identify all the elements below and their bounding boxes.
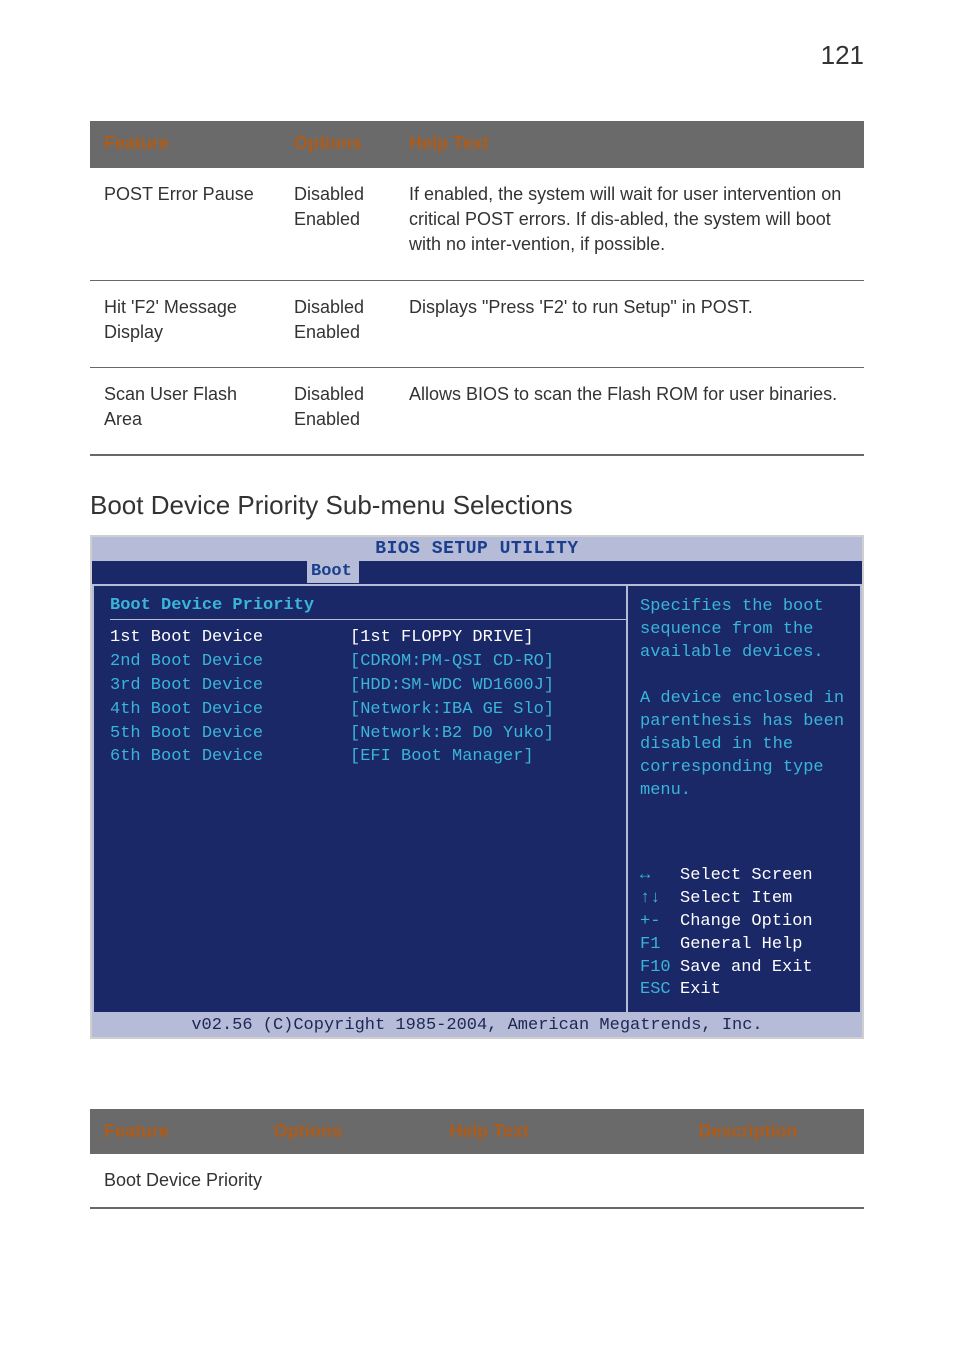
bios-device-value: [Network:IBA GE Slo] [350,698,554,722]
bios-nav-key: +- [640,911,680,934]
bios-left-heading: Boot Device Priority [110,596,626,615]
bios-boot-device-row[interactable]: 2nd Boot Device[CDROM:PM-QSI CD-RO] [110,650,626,674]
bios-nav-key: F10 [640,957,680,980]
bios-device-label: 2nd Boot Device [110,650,350,674]
bios-nav-action: Save and Exit [680,958,813,977]
bios-nav-action: Select Item [680,889,792,908]
col-feature: Feature [90,121,280,168]
bios-device-value: [EFI Boot Manager] [350,745,534,769]
bios-nav-hints: ↔Select Screen↑↓Select Item+-Change Opti… [640,865,848,1003]
bios-device-label: 6th Boot Device [110,745,350,769]
bios-nav-action: Exit [680,980,721,999]
bios-footer: v02.56 (C)Copyright 1985-2004, American … [92,1014,862,1037]
bios-left-pane: Boot Device Priority 1st Boot Device[1st… [92,584,626,1014]
bios-device-value: [HDD:SM-WDC WD1600J] [350,674,554,698]
bios-nav-action: Select Screen [680,866,813,885]
bios-nav-row: F1General Help [640,934,848,957]
bios-nav-row: ↑↓Select Item [640,888,848,911]
bios-nav-key: F1 [640,934,680,957]
page-number: 121 [90,40,864,71]
section-title: Boot Device Priority Sub-menu Selections [90,490,864,521]
bios-nav-row: +-Change Option [640,911,848,934]
bios-device-value: [Network:B2 D0 Yuko] [350,722,554,746]
feature-help-table: Feature Options Help Text POST Error Pau… [90,121,864,456]
bios-help-line: menu. [640,780,848,803]
bios-screenshot: BIOS SETUP UTILITY Boot Boot Device Prio… [90,535,864,1039]
bios-nav-key: ↑↓ [640,888,680,911]
bios-help-line: parenthesis has been [640,711,848,734]
table-row: Hit 'F2' Message DisplayDisabled Enabled… [90,280,864,367]
bios-nav-action: General Help [680,935,802,954]
bios-help-line: Specifies the boot [640,596,848,619]
bios-nav-key: ESC [640,979,680,1002]
cell-options: Disabled Enabled [280,168,395,280]
bios-nav-key: ↔ [640,865,680,888]
bios-device-label: 1st Boot Device [110,626,350,650]
bios-device-label: 4th Boot Device [110,698,350,722]
bios-divider [110,619,626,620]
bios-device-label: 5th Boot Device [110,722,350,746]
table-row: Scan User Flash AreaDisabled EnabledAllo… [90,367,864,455]
bios-help-line [640,665,848,688]
feature-desc-table: Feature Options Help Text Description Bo… [90,1109,864,1209]
table-row: POST Error PauseDisabled EnabledIf enabl… [90,168,864,280]
col-help2: Help Text [435,1109,632,1154]
col-desc2: Description [632,1109,864,1154]
bios-nav-row: ↔Select Screen [640,865,848,888]
bios-tab-row: Boot [92,561,862,584]
row-boot-device-priority: Boot Device Priority [90,1154,864,1208]
cell-feature: Hit 'F2' Message Display [90,280,280,367]
bios-help-line: sequence from the [640,619,848,642]
bios-device-value: [1st FLOPPY DRIVE] [350,626,534,650]
bios-tab-boot[interactable]: Boot [307,561,359,583]
cell-help: Displays "Press 'F2' to run Setup" in PO… [395,280,864,367]
bios-boot-device-row[interactable]: 4th Boot Device[Network:IBA GE Slo] [110,698,626,722]
bios-utility-title: BIOS SETUP UTILITY [92,537,862,561]
bios-boot-device-row[interactable]: 3rd Boot Device[HDD:SM-WDC WD1600J] [110,674,626,698]
bios-boot-device-row[interactable]: 5th Boot Device[Network:B2 D0 Yuko] [110,722,626,746]
bios-help-line: corresponding type [640,757,848,780]
bios-device-label: 3rd Boot Device [110,674,350,698]
bios-boot-device-row[interactable]: 6th Boot Device[EFI Boot Manager] [110,745,626,769]
bios-help-text: Specifies the bootsequence from theavail… [640,596,848,802]
cell-help: Allows BIOS to scan the Flash ROM for us… [395,367,864,455]
bios-boot-device-row[interactable]: 1st Boot Device[1st FLOPPY DRIVE] [110,626,626,650]
col-options2: Options [260,1109,435,1154]
col-feature2: Feature [90,1109,260,1154]
bios-device-value: [CDROM:PM-QSI CD-RO] [350,650,554,674]
bios-help-line: A device enclosed in [640,688,848,711]
bios-help-line: disabled in the [640,734,848,757]
col-help: Help Text [395,121,864,168]
bios-nav-action: Change Option [680,912,813,931]
cell-options: Disabled Enabled [280,280,395,367]
bios-nav-row: ESCExit [640,979,848,1002]
bios-help-line: available devices. [640,642,848,665]
cell-feature: POST Error Pause [90,168,280,280]
bios-nav-row: F10Save and Exit [640,957,848,980]
cell-feature: Scan User Flash Area [90,367,280,455]
col-options: Options [280,121,395,168]
cell-help: If enabled, the system will wait for use… [395,168,864,280]
bios-help-pane: Specifies the bootsequence from theavail… [626,584,862,1014]
cell-options: Disabled Enabled [280,367,395,455]
